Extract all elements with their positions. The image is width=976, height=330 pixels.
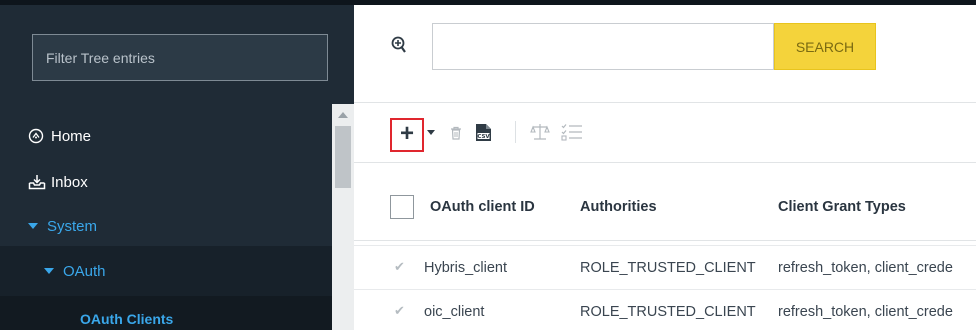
row-check-icon[interactable]: ✔ [394, 303, 405, 319]
cell-authorities: ROLE_TRUSTED_CLIENT [580, 304, 756, 320]
tree-item-label: OAuth Clients [80, 310, 174, 327]
trash-icon[interactable] [450, 126, 462, 140]
cell-client-id: oic_client [424, 304, 485, 320]
scroll-up-arrow-icon[interactable] [338, 112, 348, 118]
scroll-thumb[interactable] [335, 126, 351, 188]
row-check-icon[interactable]: ✔ [394, 259, 405, 275]
tree-item-label: Inbox [51, 173, 88, 191]
home-icon [28, 128, 44, 144]
add-dropdown-icon[interactable] [427, 130, 435, 135]
table-row[interactable]: ✔ oic_client ROLE_TRUSTED_CLIENT refresh… [354, 289, 976, 330]
navigation-tree: Home Inbox System OAuth OAuth Clients [0, 104, 332, 330]
column-header-authorities[interactable]: Authorities [580, 199, 657, 215]
sidebar: Home Inbox System OAuth OAuth Clients [0, 0, 354, 330]
inbox-icon [28, 174, 46, 190]
cell-grant-types: refresh_token, client_crede [778, 260, 953, 276]
tree-item-label: System [47, 217, 98, 235]
filter-area [0, 5, 354, 104]
svg-text:CSV: CSV [477, 134, 490, 140]
table-row[interactable]: ✔ Hybris_client ROLE_TRUSTED_CLIENT refr… [354, 245, 976, 289]
search-button[interactable]: SEARCH [774, 23, 876, 70]
main-content: SEARCH + CSV OAuth client ID Authorities… [354, 0, 976, 330]
tree-item-home[interactable]: Home [0, 110, 332, 162]
tree-item-oauth-clients[interactable]: OAuth Clients [0, 296, 332, 330]
checklist-icon[interactable] [561, 123, 583, 141]
select-all-checkbox[interactable] [390, 195, 414, 219]
cell-client-id: Hybris_client [424, 260, 507, 276]
sidebar-scrollbar[interactable] [332, 104, 354, 330]
plus-icon: + [399, 120, 414, 147]
add-button[interactable]: + [390, 118, 424, 152]
column-header-grant-types[interactable]: Client Grant Types [778, 199, 906, 215]
caret-down-icon [28, 223, 38, 229]
toolbar: + CSV [354, 103, 976, 163]
tree-item-label: OAuth [63, 262, 106, 280]
csv-export-icon[interactable]: CSV [474, 123, 493, 142]
caret-down-icon [44, 268, 54, 274]
search-area: SEARCH [354, 5, 976, 103]
search-input[interactable] [432, 23, 774, 70]
oauth-clients-table: OAuth client ID Authorities Client Grant… [354, 163, 976, 330]
tree-item-system[interactable]: System [0, 200, 332, 252]
zoom-search-icon[interactable] [390, 35, 410, 57]
tree-item-oauth[interactable]: OAuth [0, 246, 332, 296]
column-header-client-id[interactable]: OAuth client ID [430, 199, 535, 215]
cell-authorities: ROLE_TRUSTED_CLIENT [580, 260, 756, 276]
table-header: OAuth client ID Authorities Client Grant… [354, 179, 976, 241]
tree-item-label: Home [51, 127, 92, 145]
compare-scale-icon[interactable] [530, 123, 550, 141]
toolbar-divider [515, 121, 516, 143]
filter-tree-input[interactable] [32, 34, 328, 81]
cell-grant-types: refresh_token, client_crede [778, 304, 953, 320]
